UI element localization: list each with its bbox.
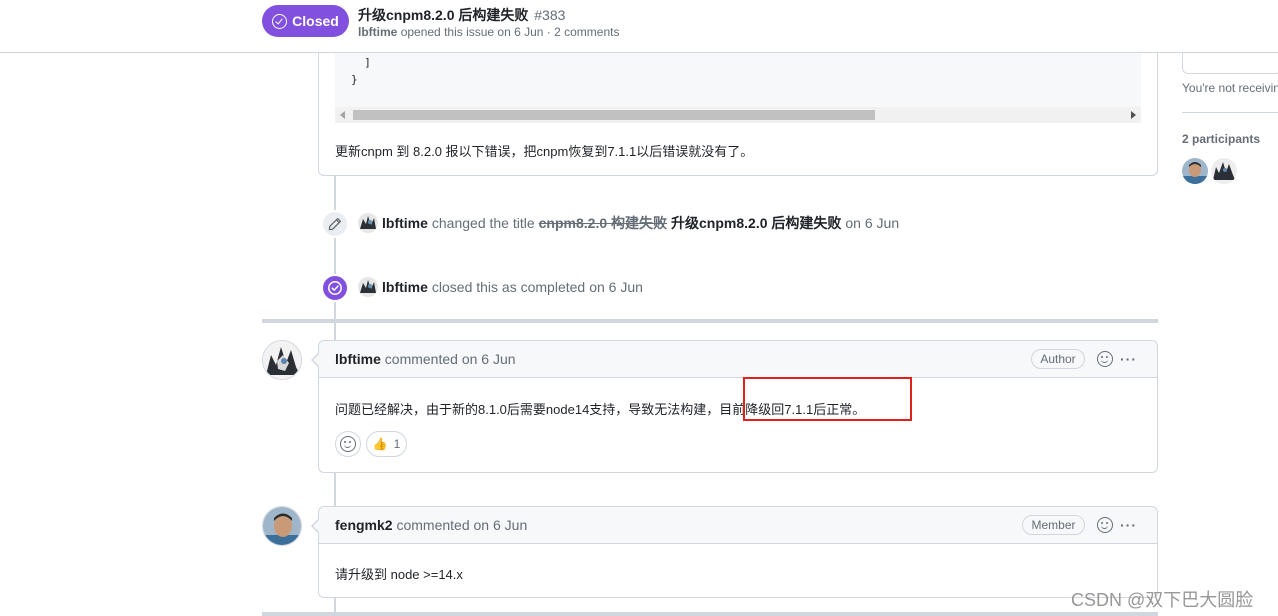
issue-number: #383 xyxy=(534,7,566,23)
participant-avatar[interactable] xyxy=(1211,158,1237,184)
comment-header: lbftime commented on 6 Jun Author ··· xyxy=(319,341,1157,378)
participants-heading: 2 participants xyxy=(1182,132,1261,146)
comment-options-kebab-icon[interactable]: ··· xyxy=(1120,351,1137,367)
comment-header-text: lbftime commented on 6 Jun xyxy=(335,351,516,367)
issue-author-link[interactable]: lbftime xyxy=(358,25,397,39)
issue-sticky-header: Closed 升级cnpm8.2.0 后构建失败 #383 lbftime op… xyxy=(0,0,1278,53)
scroll-right-arrow-icon[interactable] xyxy=(1131,111,1136,119)
avatar[interactable] xyxy=(358,213,378,233)
pencil-event-badge xyxy=(321,210,349,238)
new-title: 升级cnpm8.2.0 后构建失败 xyxy=(671,215,842,231)
comment-time-link[interactable]: on 6 Jun xyxy=(462,351,516,367)
event-time[interactable]: on 6 Jun xyxy=(589,279,643,295)
timeline-separator xyxy=(262,612,1158,616)
notifications-note: You're not receivin xyxy=(1182,81,1278,95)
issue-title[interactable]: 升级cnpm8.2.0 后构建失败 #383 xyxy=(358,5,565,25)
add-reaction-smiley-icon[interactable] xyxy=(1097,351,1113,367)
comment-header: fengmk2 commented on 6 Jun Member ··· xyxy=(319,507,1157,544)
check-circle-icon xyxy=(328,281,342,295)
comment-author-avatar[interactable] xyxy=(262,506,302,546)
issue-body-text: 更新cnpm 到 8.2.0 报以下错误，把cnpm恢复到7.1.1以后错误就没… xyxy=(335,144,754,159)
scroll-left-arrow-icon[interactable] xyxy=(340,111,345,119)
participant-avatar[interactable] xyxy=(1182,158,1208,184)
thumbs-up-reaction-button[interactable]: 👍 1 xyxy=(366,431,407,457)
issue-meta-rest: opened this issue on 6 Jun · 2 comments xyxy=(400,25,620,39)
add-reaction-smiley-icon[interactable] xyxy=(1097,517,1113,533)
comment-body-text: 请升级到 node >=14.x xyxy=(335,567,463,582)
issue-title-text: 升级cnpm8.2.0 后构建失败 xyxy=(358,7,529,23)
avatar[interactable] xyxy=(358,277,378,297)
comment-author-link[interactable]: fengmk2 xyxy=(335,517,393,533)
comment-time-link[interactable]: on 6 Jun xyxy=(474,517,528,533)
state-label: Closed xyxy=(292,13,339,29)
horizontal-scrollbar[interactable] xyxy=(335,107,1141,123)
pencil-icon xyxy=(328,217,342,231)
closed-event: lbftime closed this as completed on 6 Ju… xyxy=(358,277,643,297)
code-line: ] xyxy=(351,56,371,69)
thumbs-up-icon: 👍 xyxy=(372,437,388,451)
title-change-event: lbftime changed the title cnpm8.2.0 构建失败… xyxy=(358,213,899,233)
code-block: ] } xyxy=(335,53,1141,123)
highlight-annotation-box xyxy=(743,377,912,421)
comment-card: fengmk2 commented on 6 Jun Member ··· 请升… xyxy=(311,506,1158,598)
scroll-thumb[interactable] xyxy=(353,110,875,120)
event-action: changed the title xyxy=(431,215,535,231)
sidebar-divider xyxy=(1182,112,1278,113)
comment-author-avatar[interactable] xyxy=(262,340,302,380)
comment-card: lbftime commented on 6 Jun Author ··· 问题… xyxy=(311,340,1158,473)
comment-header-text: fengmk2 commented on 6 Jun xyxy=(335,517,527,533)
code-line: } xyxy=(351,73,358,86)
csdn-watermark: CSDN @双下巴大圆脸 xyxy=(1071,590,1254,610)
add-reaction-button[interactable] xyxy=(335,431,361,457)
comment-options-kebab-icon[interactable]: ··· xyxy=(1120,517,1137,533)
event-actor-link[interactable]: lbftime xyxy=(382,279,428,295)
comment-action: commented xyxy=(384,351,458,367)
event-time[interactable]: on 6 Jun xyxy=(845,215,899,231)
closed-state-badge: Closed xyxy=(262,5,349,37)
reaction-count: 1 xyxy=(393,437,401,451)
smiley-icon xyxy=(340,436,356,452)
author-role-badge: Author xyxy=(1031,349,1085,369)
issue-meta: lbftime opened this issue on 6 Jun · 2 c… xyxy=(358,25,619,39)
member-role-badge: Member xyxy=(1022,515,1085,535)
comment-author-link[interactable]: lbftime xyxy=(335,351,381,367)
timeline-separator xyxy=(262,319,1158,323)
issue-body-card: ] } 更新cnpm 到 8.2.0 报以下错误，把cnpm恢复到7.1.1以后… xyxy=(318,40,1158,176)
closed-event-badge xyxy=(321,274,349,302)
event-actor-link[interactable]: lbftime xyxy=(382,215,428,231)
old-title: cnpm8.2.0 构建失败 xyxy=(538,215,668,231)
comment-action: commented xyxy=(396,517,470,533)
check-circle-icon xyxy=(272,13,288,29)
event-action: closed this as completed xyxy=(431,279,586,295)
